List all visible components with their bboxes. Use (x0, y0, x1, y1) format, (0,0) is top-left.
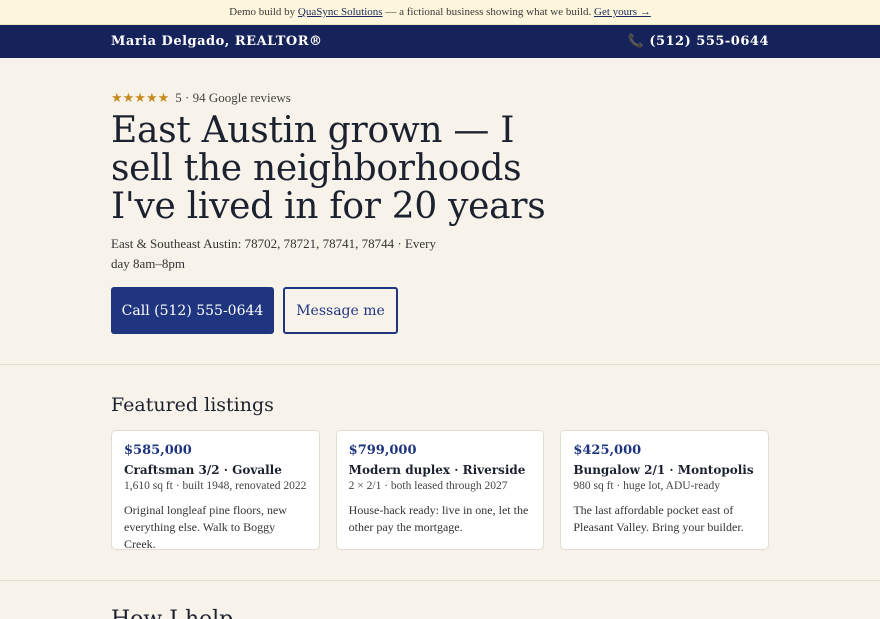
listing-meta: 980 sq ft · huge lot, ADU-ready (573, 480, 720, 492)
listing-price: $799,000 (348, 443, 417, 458)
reviews-text: 5 · 94 Google reviews (175, 90, 291, 105)
demo-banner-middle: — a fictional business showing what we b… (382, 6, 594, 18)
listing-title: Craftsman 3/2 · Govalle (124, 463, 282, 477)
nav-phone-number: (512) 555-0644 (649, 34, 769, 49)
listing-title: Bungalow 2/1 · Montopolis (573, 463, 754, 477)
nav-phone-link[interactable]: 📞 (512) 555-0644 (628, 34, 769, 49)
demo-banner: Demo build by QuaSync Solutions — a fict… (0, 0, 880, 25)
call-button[interactable]: Call (512) 555-0644 (111, 287, 274, 334)
listing-card[interactable]: $799,000 Modern duplex · Riverside 2 × 2… (335, 430, 545, 550)
service-area-text: East & Southeast Austin: 78702, 78721, 7… (111, 236, 436, 271)
phone-icon: 📞 (627, 34, 645, 49)
listing-card[interactable]: $425,000 Bungalow 2/1 · Montopolis 980 s… (560, 430, 770, 550)
hero-headline: East Austin grown — I sell the neighborh… (111, 110, 546, 227)
top-nav: Maria Delgado, REALTOR® 📞 (512) 555-0644 (0, 25, 880, 58)
listing-description: The last affordable pocket east of Pleas… (573, 503, 744, 534)
section-heading: How I help (111, 607, 769, 619)
demo-company-link[interactable]: QuaSync Solutions (298, 6, 383, 18)
listing-cards: $585,000 Craftsman 3/2 · Govalle 1,610 s… (111, 430, 770, 551)
featured-listings-section: Featured listings $585,000 Craftsman 3/2… (0, 365, 880, 581)
star-rating-icon: ★★★★★ (111, 90, 170, 105)
listing-price: $425,000 (573, 443, 642, 458)
demo-banner-prefix: Demo build by (229, 6, 298, 18)
agent-name[interactable]: Maria Delgado, REALTOR® (111, 34, 323, 49)
get-yours-link[interactable]: Get yours → (594, 6, 651, 18)
hero-section: ★★★★★ 5 · 94 Google reviews East Austin … (0, 58, 880, 365)
message-button[interactable]: Message me (283, 287, 398, 334)
listing-price: $585,000 (124, 443, 192, 458)
listing-meta: 2 × 2/1 · both leased through 2027 (348, 480, 508, 492)
cta-row: Call (512) 555-0644 Message me (111, 287, 769, 334)
listing-description: House-hack ready: live in one, let the o… (348, 503, 529, 534)
review-summary: ★★★★★ 5 · 94 Google reviews (111, 90, 769, 106)
listing-meta: 1,610 sq ft · built 1948, renovated 2022 (124, 480, 307, 492)
listings-heading: Featured listings (111, 394, 274, 416)
listing-card[interactable]: $585,000 Craftsman 3/2 · Govalle 1,610 s… (111, 430, 320, 551)
listing-description: Original longleaf pine floors, new every… (124, 503, 287, 551)
listing-title: Modern duplex · Riverside (348, 463, 526, 477)
how-i-help-section: How I help (0, 581, 880, 619)
